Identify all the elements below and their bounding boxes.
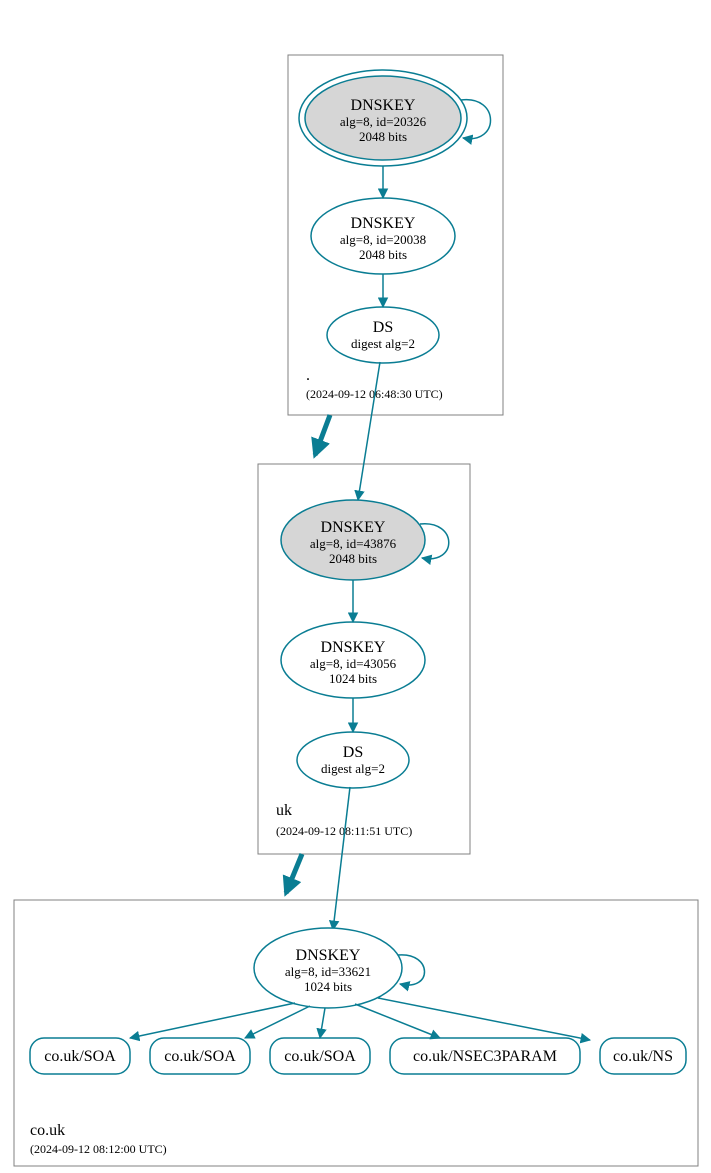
root-zsk-title: DNSKEY (351, 215, 416, 232)
leaf-soa2: co.uk/SOA (150, 1038, 250, 1074)
uk-ksk-title: DNSKEY (321, 519, 386, 536)
leaf-soa1-label: co.uk/SOA (44, 1048, 116, 1065)
leaf-nsec3param: co.uk/NSEC3PARAM (390, 1038, 580, 1074)
edge-key-to-soa1 (130, 1003, 295, 1038)
couk-key-bits: 1024 bits (304, 979, 352, 994)
zone-root-label: . (306, 367, 310, 384)
uk-zsk-alg: alg=8, id=43056 (310, 656, 397, 671)
node-root-ds: DS digest alg=2 (327, 307, 439, 363)
root-ksk-alg: alg=8, id=20326 (340, 114, 427, 129)
zone-couk-label: co.uk (30, 1122, 65, 1139)
edge-root-ds-to-uk-ksk (358, 362, 380, 500)
root-zsk-alg: alg=8, id=20038 (340, 232, 426, 247)
edge-key-to-soa3 (320, 1008, 325, 1038)
edge-root-ksk-self (461, 100, 491, 139)
uk-ds-title: DS (343, 744, 363, 761)
node-uk-ds: DS digest alg=2 (297, 732, 409, 788)
leaf-ns: co.uk/NS (600, 1038, 686, 1074)
uk-ds-alg: digest alg=2 (321, 761, 385, 776)
leaf-soa1: co.uk/SOA (30, 1038, 130, 1074)
node-root-zsk: DNSKEY alg=8, id=20038 2048 bits (311, 198, 455, 274)
node-root-ksk: DNSKEY alg=8, id=20326 2048 bits (299, 70, 467, 166)
node-uk-zsk: DNSKEY alg=8, id=43056 1024 bits (281, 622, 425, 698)
root-ksk-bits: 2048 bits (359, 129, 407, 144)
zone-couk-timestamp: (2024-09-12 08:12:00 UTC) (30, 1142, 167, 1156)
leaf-ns-label: co.uk/NS (613, 1048, 673, 1065)
leaf-soa3-label: co.uk/SOA (284, 1048, 356, 1065)
root-ksk-title: DNSKEY (351, 97, 416, 114)
zone-uk-label: uk (276, 802, 292, 819)
couk-key-alg: alg=8, id=33621 (285, 964, 371, 979)
edge-root-to-uk-delegation (315, 415, 330, 455)
node-uk-ksk: DNSKEY alg=8, id=43876 2048 bits (281, 500, 425, 580)
root-ds-alg: digest alg=2 (351, 336, 415, 351)
root-zsk-bits: 2048 bits (359, 247, 407, 262)
leaf-soa3: co.uk/SOA (270, 1038, 370, 1074)
uk-zsk-bits: 1024 bits (329, 671, 377, 686)
uk-ksk-alg: alg=8, id=43876 (310, 536, 397, 551)
leaf-soa2-label: co.uk/SOA (164, 1048, 236, 1065)
uk-zsk-title: DNSKEY (321, 639, 386, 656)
edge-key-to-ns (378, 998, 590, 1040)
node-couk-key: DNSKEY alg=8, id=33621 1024 bits (254, 928, 402, 1008)
edge-uk-ds-to-couk-key (333, 787, 350, 930)
couk-key-title: DNSKEY (296, 947, 361, 964)
edge-uk-to-couk-delegation (286, 854, 302, 893)
uk-ksk-bits: 2048 bits (329, 551, 377, 566)
dnssec-chain-diagram: . (2024-09-12 06:48:30 UTC) DNSKEY alg=8… (0, 0, 711, 1173)
leaf-nsec-label: co.uk/NSEC3PARAM (413, 1048, 557, 1065)
root-ds-title: DS (373, 319, 393, 336)
edge-key-to-nsec (355, 1004, 440, 1038)
